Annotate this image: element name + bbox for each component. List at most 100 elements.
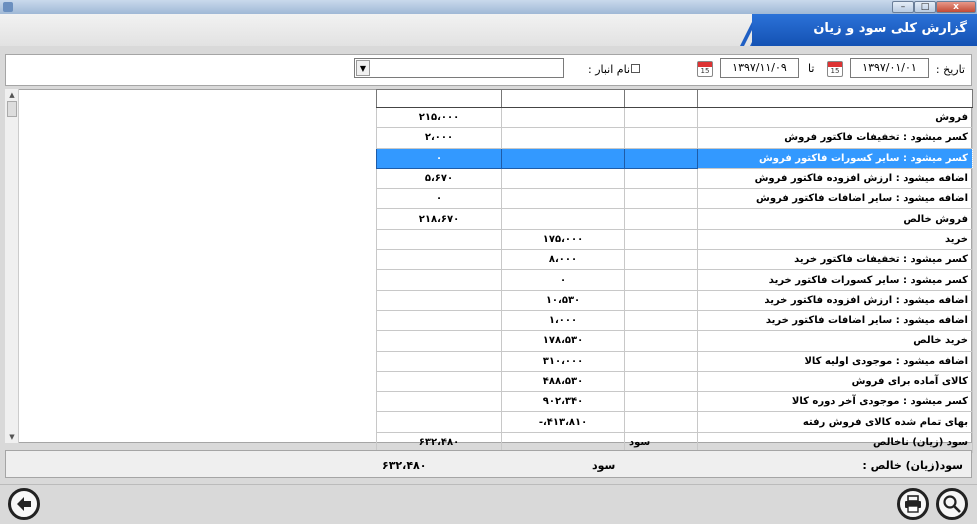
row-title-cell: اضافه میشود : موجودی اولیه کالا (697, 350, 973, 372)
warehouse-label: نام انبار : (588, 63, 631, 76)
table-row[interactable]: ۲،۰۰۰ کسر میشود : تخفیفات فاکتور فروش (376, 127, 973, 149)
amount-cell: ۰ (376, 147, 502, 169)
status-cell (624, 188, 698, 210)
subtotal-cell: ۸،۰۰۰ (501, 249, 625, 271)
table-row[interactable]: ۰ کسر میشود : سایر کسورات فاکتور خرید (376, 269, 973, 291)
amount-cell (376, 269, 502, 291)
subtotal-cell (501, 167, 625, 190)
window-titlebar: – □ x (0, 0, 977, 14)
amount-cell (376, 249, 502, 271)
amount-cell (376, 228, 502, 251)
table-header-row (376, 89, 973, 108)
scroll-up-icon[interactable]: ▲ (6, 90, 18, 100)
row-title-cell: فروش (697, 106, 973, 129)
subtotal-cell: ۱۷۸،۵۳۰ (501, 330, 625, 352)
page-title: گزارش کلی سود و زیان (813, 21, 967, 36)
table-header-cell (697, 89, 973, 108)
subtotal-cell: ۴۱۳،۸۱۰،- (501, 411, 625, 433)
table-row[interactable]: ۴۱۳،۸۱۰،- بهای تمام شده کالای فروش رفته (376, 411, 973, 433)
date-to-input[interactable]: ۱۳۹۷/۱۱/۰۹ (720, 58, 799, 78)
subtotal-cell (501, 127, 625, 149)
amount-cell: ۲۱۵،۰۰۰ (376, 106, 502, 129)
table-row[interactable]: ۰ کسر میشود : سایر کسورات فاکتور فروش (376, 147, 973, 169)
subtotal-cell (501, 147, 625, 169)
close-button[interactable]: x (936, 1, 976, 13)
date-from-input[interactable]: ۱۳۹۷/۰۱/۰۱ (850, 58, 929, 78)
table-row[interactable]: ۹۰۲،۳۴۰ کسر میشود : موجودی آخر دوره کالا (376, 391, 973, 413)
back-button[interactable] (8, 488, 40, 520)
calendar-icon[interactable]: 15 (697, 61, 713, 77)
amount-cell (376, 391, 502, 413)
row-title-cell: بهای تمام شده کالای فروش رفته (697, 411, 973, 433)
minimize-button[interactable]: – (892, 1, 914, 13)
amount-cell (376, 370, 502, 393)
row-title-cell: اضافه میشود : سایر اضافات فاکتور فروش (697, 188, 973, 210)
report-table: ۲۱۵،۰۰۰ فروش ۲،۰۰۰ کسر میشود : تخفیفات فاکت… (376, 89, 973, 454)
status-cell (624, 391, 698, 413)
amount-cell (376, 289, 502, 311)
table-row[interactable]: ۱،۰۰۰ اضافه میشود : سایر اضافات فاکتور خر… (376, 309, 973, 332)
amount-cell (376, 330, 502, 352)
row-title-cell: اضافه میشود : سایر اضافات فاکتور خرید (697, 309, 973, 332)
net-profit-status: سود (592, 459, 616, 472)
row-title-cell: کسر میشود : تخفیفات فاکتور خرید (697, 249, 973, 271)
subtotal-cell (501, 188, 625, 210)
app-icon (3, 2, 13, 12)
maximize-button[interactable]: □ (914, 1, 936, 13)
scroll-thumb[interactable] (7, 101, 17, 117)
calendar-day-number: 15 (830, 67, 840, 75)
table-row[interactable]: ۱۰،۵۳۰ اضافه میشود : ارزش افزوده فاکتور خ… (376, 289, 973, 311)
printer-icon (905, 495, 921, 513)
net-profit-bar (5, 450, 972, 478)
net-profit-value: ۶۳۲،۴۸۰ (382, 459, 427, 472)
status-cell (624, 350, 698, 372)
search-icon (943, 495, 961, 513)
table-row[interactable]: ۰ اضافه میشود : سایر اضافات فاکتور فروش (376, 188, 973, 210)
search-button[interactable] (936, 488, 968, 520)
date-label: تاریخ : (935, 63, 965, 76)
chevron-down-icon[interactable]: ▼ (356, 60, 370, 76)
table-row[interactable]: ۲۱۸،۶۷۰ فروش خالص (376, 208, 973, 230)
status-cell (624, 127, 698, 149)
scroll-down-icon[interactable]: ▼ (6, 432, 18, 442)
table-header-cell (624, 89, 698, 108)
calendar-icon[interactable]: 15 (827, 61, 843, 77)
table-row[interactable]: ۵،۶۷۰ اضافه میشود : ارزش افزوده فاکتور فر… (376, 167, 973, 190)
table-row[interactable]: ۴۸۸،۵۳۰ کالای آماده برای فروش (376, 370, 973, 393)
amount-cell: ۲،۰۰۰ (376, 127, 502, 149)
table-row[interactable]: ۱۷۸،۵۳۰ خرید خالص (376, 330, 973, 352)
status-cell (624, 228, 698, 251)
subtotal-cell (501, 106, 625, 129)
row-title-cell: خرید خالص (697, 330, 973, 352)
status-cell (624, 370, 698, 393)
row-title-cell: کالای آماده برای فروش (697, 370, 973, 393)
subtotal-cell: ۳۱۰،۰۰۰ (501, 350, 625, 372)
warehouse-checkbox[interactable] (631, 64, 640, 73)
status-cell (624, 167, 698, 190)
net-profit-label: سود(زیان) خالص : (862, 459, 963, 472)
subtotal-cell: ۱،۰۰۰ (501, 309, 625, 332)
row-title-cell: اضافه میشود : ارزش افزوده فاکتور خرید (697, 289, 973, 311)
bottom-toolbar (0, 484, 977, 524)
status-cell (624, 330, 698, 352)
arrow-left-icon (17, 497, 31, 511)
table-row[interactable]: ۸،۰۰۰ کسر میشود : تخفیفات فاکتور خرید (376, 249, 973, 271)
warehouse-select[interactable]: ▼ (354, 58, 564, 78)
date-to-label: تا (808, 62, 815, 75)
table-row[interactable]: ۳۱۰،۰۰۰ اضافه میشود : موجودی اولیه کالا (376, 350, 973, 372)
print-button[interactable] (897, 488, 929, 520)
amount-cell (376, 309, 502, 332)
status-cell (624, 147, 698, 169)
status-cell (624, 309, 698, 332)
subtotal-cell: ۹۰۲،۳۴۰ (501, 391, 625, 413)
table-row[interactable]: ۱۷۵،۰۰۰ خرید (376, 228, 973, 251)
vertical-scrollbar[interactable]: ▲ ▼ (5, 89, 19, 443)
status-cell (624, 208, 698, 230)
row-title-cell: فروش خالص (697, 208, 973, 230)
status-cell (624, 106, 698, 129)
table-header-cell (501, 89, 625, 108)
status-cell (624, 269, 698, 291)
row-title-cell: کسر میشود : سایر کسورات فاکتور فروش (697, 147, 973, 169)
subtotal-cell: ۰ (501, 269, 625, 291)
table-row[interactable]: ۲۱۵،۰۰۰ فروش (376, 106, 973, 129)
